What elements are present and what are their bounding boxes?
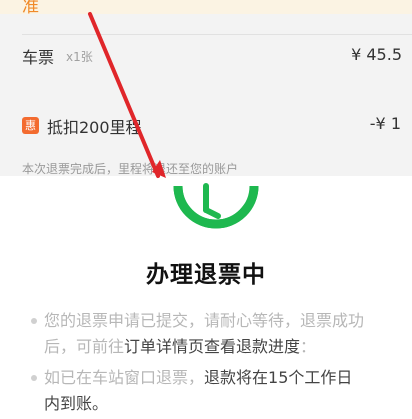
order-summary-panel: 准 车票 x1张 ¥ 45.5 惠 抵扣200里程 -¥ 1 本次退票完成后，里…: [0, 0, 412, 176]
ticket-label: 车票: [22, 48, 55, 67]
discount-label: 抵扣200里程: [47, 118, 142, 137]
order-detail-link[interactable]: 订单详情页查看退款进度: [124, 337, 300, 356]
discount-badge-icon: 惠: [22, 117, 39, 134]
status-title: 办理退票中: [146, 262, 266, 288]
notice-band: 准: [0, 0, 412, 17]
status-line-4-text: 内到账。: [44, 394, 109, 413]
discount-amount: -¥ 1: [369, 114, 401, 133]
status-line-1-text: 您的退票申请已提交，请耐心等待，退票成功: [44, 311, 365, 330]
refund-timeline-highlight: 退款将在15个工作日: [204, 368, 353, 387]
ticket-quantity: x1张: [66, 50, 93, 64]
status-line-4: 内到账。: [44, 389, 108, 419]
bullet-2: [31, 375, 37, 381]
status-line-2: 后，可前往订单详情页查看退款进度：: [44, 332, 316, 362]
bullet-1: [31, 318, 37, 324]
divider: [22, 34, 412, 35]
status-line-2-post: ：: [300, 337, 317, 356]
status-line-2-pre: 后，可前往: [44, 337, 125, 356]
refund-note: 本次退票完成后，里程将退还至您的账户: [22, 162, 239, 176]
notice-band-text: 准: [22, 0, 39, 17]
status-line-3-pre: 如已在车站窗口退票，: [44, 368, 205, 387]
ticket-price: ¥ 45.5: [351, 45, 402, 64]
